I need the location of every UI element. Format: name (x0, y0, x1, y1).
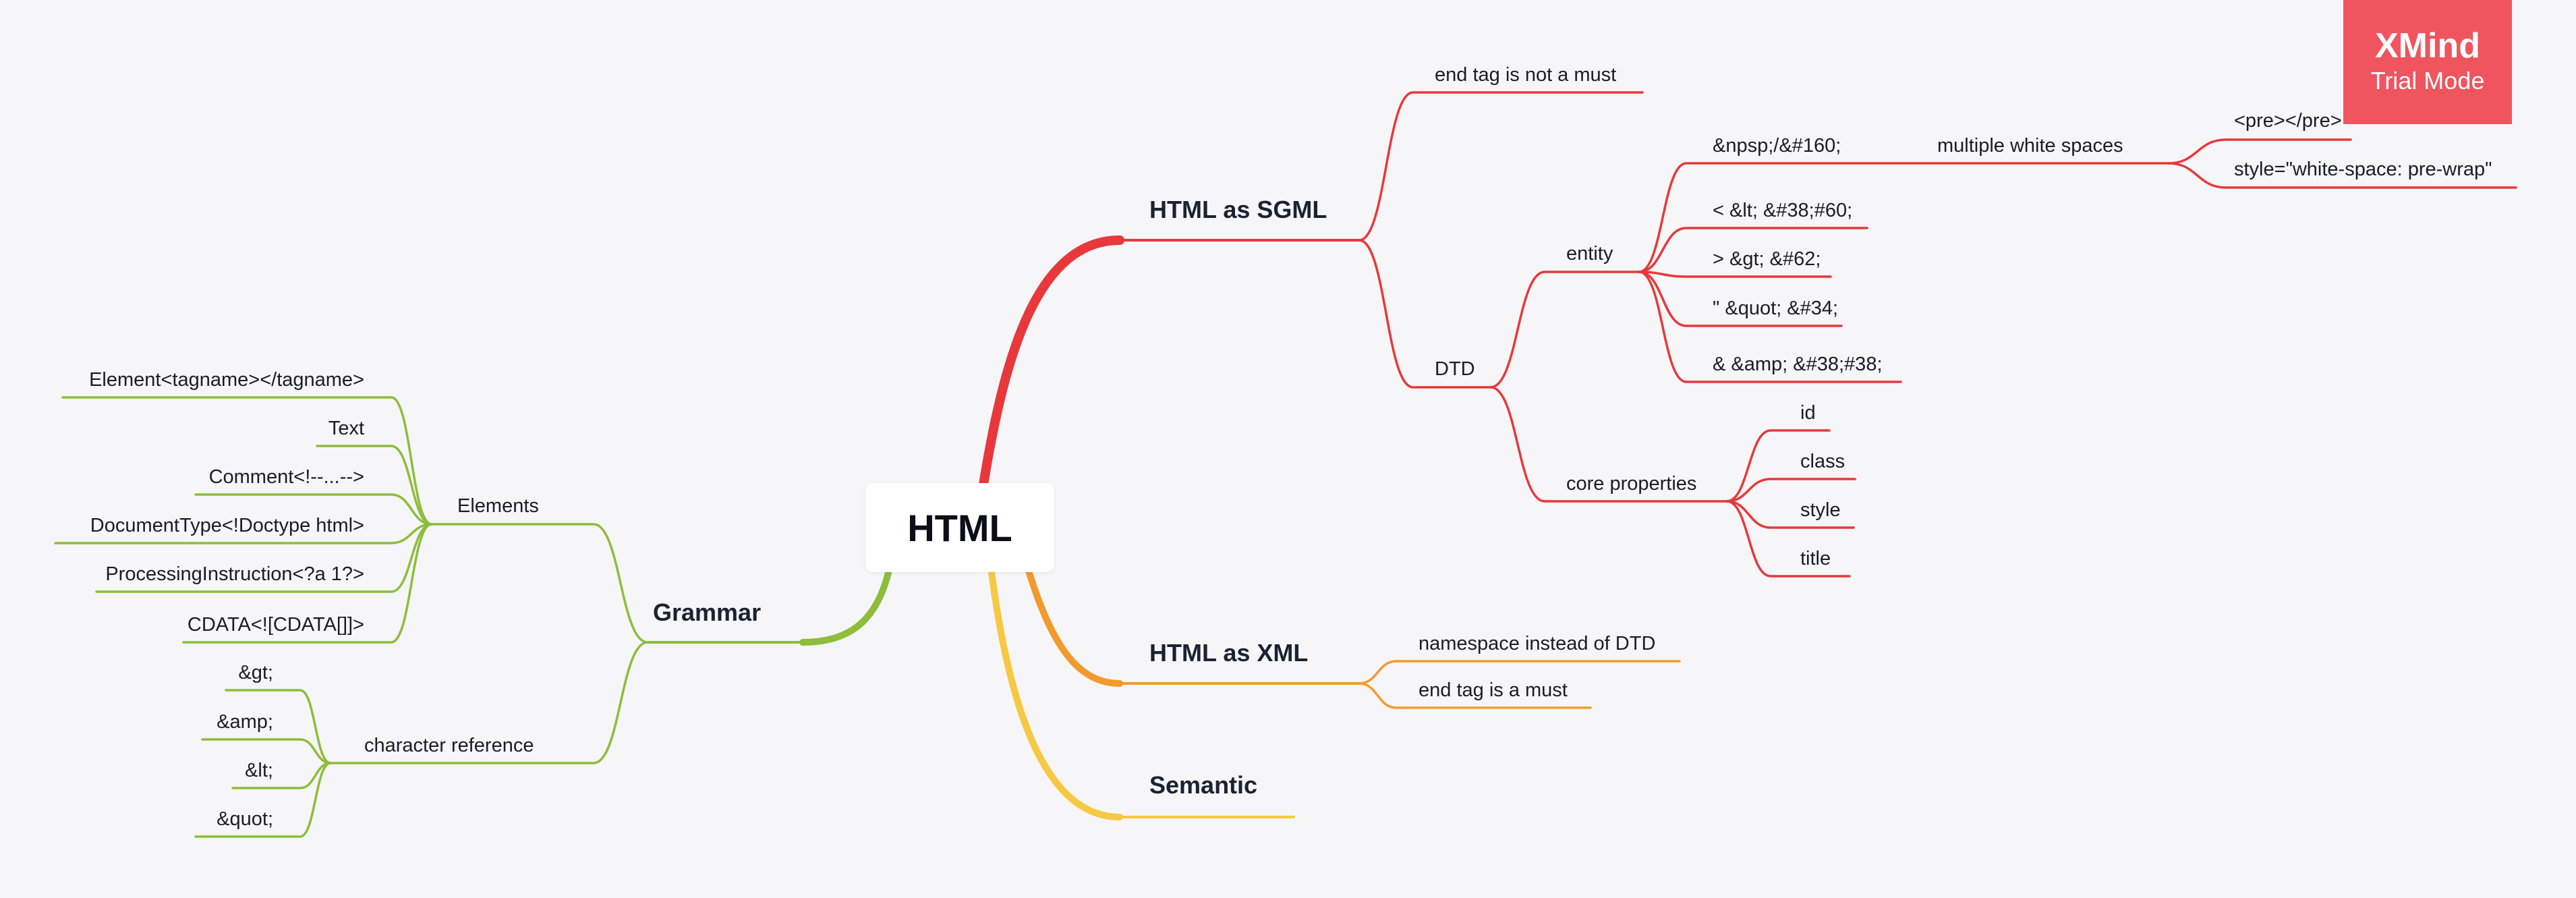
node-gt[interactable]: > &gt; &#62; (1713, 248, 1821, 270)
edge-semantic (988, 569, 1123, 820)
edge-grammar (799, 567, 892, 646)
node-white-space-pre-wrap[interactable]: style="white-space: pre-wrap" (2234, 159, 2492, 180)
branch-html-as-sgml[interactable]: HTML as SGML (1149, 196, 1327, 223)
badge-subtitle: Trial Mode (2370, 67, 2485, 95)
branch-html-as-xml[interactable]: HTML as XML (1149, 639, 1308, 667)
central-topic-label: HTML (907, 506, 1012, 549)
edge-node-class (1725, 478, 1856, 503)
node-end-tag-not-must[interactable]: end tag is not a must (1435, 64, 1616, 86)
node-character-reference[interactable]: character reference (364, 735, 534, 756)
node-element-tagname[interactable]: Element<tagname></tagname> (89, 369, 364, 391)
edge-html-as-sgml (979, 235, 1124, 489)
node-quot-ref[interactable]: &quot; (217, 808, 273, 830)
badge-title: XMind (2375, 26, 2480, 65)
node-pre[interactable]: <pre></pre> (2234, 110, 2342, 132)
edge-elements (430, 523, 649, 644)
node-dtd[interactable]: DTD (1435, 358, 1475, 380)
branch-semantic[interactable]: Semantic (1149, 771, 1257, 799)
edge-end-tag-not-must (1358, 91, 1644, 242)
branch-grammar[interactable]: Grammar (653, 598, 761, 626)
node-nbsp[interactable]: &npsp;/&#160; (1713, 135, 1841, 157)
node-doctype[interactable]: DocumentType<!Doctype html> (90, 515, 364, 536)
node-text[interactable]: Text (328, 418, 364, 439)
node-entity[interactable]: entity (1566, 243, 1613, 264)
node-namespace-instead-of-dtd[interactable]: namespace instead of DTD (1419, 633, 1655, 654)
node-id[interactable]: id (1800, 402, 1816, 424)
edge-node-gt (1638, 271, 1832, 278)
node-end-tag-must[interactable]: end tag is a must (1419, 679, 1568, 701)
node-processing-instruction[interactable]: ProcessingInstruction<?a 1?> (105, 563, 364, 585)
central-topic[interactable]: HTML (865, 483, 1054, 572)
node-comment[interactable]: Comment<!--...--> (209, 466, 364, 488)
edge-node-element-tagname (61, 396, 433, 526)
node-multiple-white-spaces[interactable]: multiple white spaces (1937, 135, 2123, 157)
node-amp-ref[interactable]: &amp; (217, 711, 273, 733)
node-gt-ref[interactable]: &gt; (238, 662, 273, 683)
edge-html-as-xml (1025, 567, 1123, 687)
node-core-properties[interactable]: core properties (1566, 473, 1696, 495)
mind-map-labels: HTML as SGML HTML as XML Semantic Grammar en… (89, 64, 2492, 830)
node-cdata[interactable]: CDATA<![CDATA[]]> (188, 614, 364, 636)
node-elements[interactable]: Elements (457, 495, 539, 517)
node-title[interactable]: title (1800, 548, 1831, 569)
mind-map-canvas: HTML as SGML HTML as XML Semantic Grammar en… (54, 64, 2517, 838)
node-lt-ref[interactable]: &lt; (245, 760, 273, 781)
node-style[interactable]: style (1800, 499, 1841, 521)
node-amp[interactable]: & &amp; &#38;#38; (1713, 354, 1883, 375)
xmind-trial-badge: XMind Trial Mode (2343, 0, 2512, 124)
node-class[interactable]: class (1800, 451, 1845, 472)
edge-entity (1489, 271, 1640, 389)
node-quot[interactable]: " &quot; &#34; (1713, 298, 1838, 319)
node-lt[interactable]: < &lt; &#38;#60; (1713, 200, 1852, 221)
